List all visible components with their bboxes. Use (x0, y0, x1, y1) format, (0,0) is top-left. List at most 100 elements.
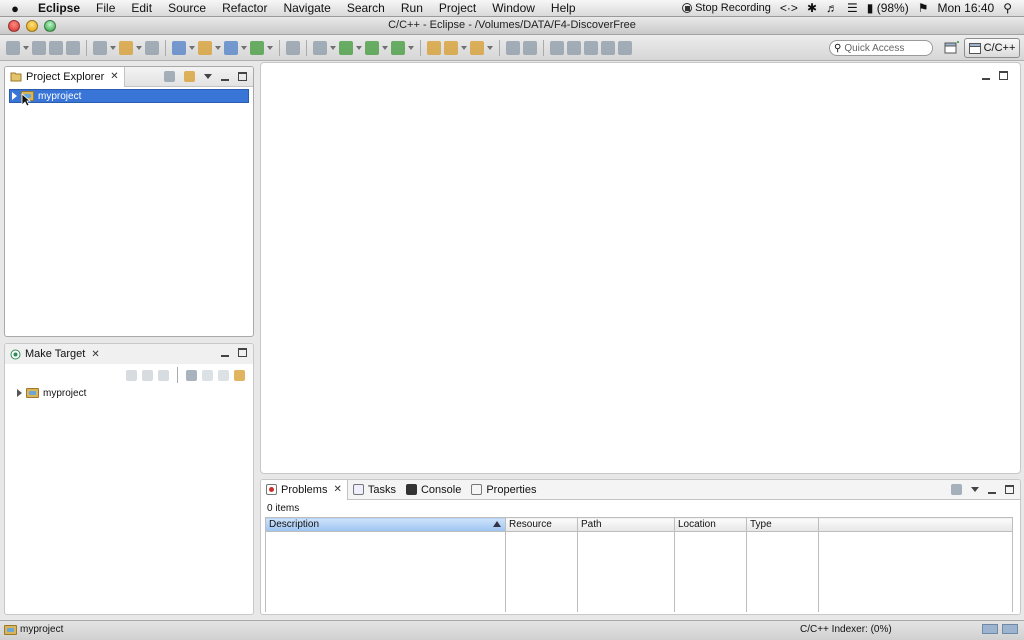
new-class-icon[interactable] (224, 41, 238, 55)
build-target-icon[interactable] (158, 369, 169, 381)
expand-arrow-icon[interactable] (17, 389, 22, 397)
debug-icon[interactable] (313, 41, 327, 55)
menu-refactor[interactable]: Refactor (214, 1, 275, 15)
code-arrows-icon[interactable]: <·> (780, 1, 798, 15)
tab-tasks[interactable]: Tasks (348, 480, 401, 500)
next-annotation-icon[interactable] (550, 41, 564, 55)
search-dropdown-icon[interactable] (487, 46, 493, 50)
wifi-icon[interactable]: ☰ (847, 1, 858, 15)
new-c-project-dropdown-icon[interactable] (189, 46, 195, 50)
perspective-cpp-button[interactable]: C/C++ (964, 38, 1020, 58)
tree-item-myproject[interactable]: myproject (9, 89, 249, 103)
home-icon[interactable] (186, 369, 197, 381)
tree-item-myproject[interactable]: myproject (5, 386, 253, 400)
collapse-all-icon[interactable] (164, 71, 175, 82)
back-icon[interactable] (601, 41, 615, 55)
close-tab-icon[interactable]: ✕ (110, 71, 118, 82)
menu-window[interactable]: Window (484, 1, 543, 15)
save-icon[interactable] (32, 41, 46, 55)
fast-view-icon[interactable] (1002, 624, 1018, 634)
expand-arrow-icon[interactable] (12, 92, 17, 100)
forward-icon[interactable] (618, 41, 632, 55)
clean-icon[interactable] (145, 41, 159, 55)
column-resource[interactable]: Resource (505, 517, 578, 532)
view-menu-icon[interactable] (971, 487, 979, 492)
save-all-icon[interactable] (49, 41, 63, 55)
tab-make-target[interactable]: Make Target ✕ (5, 344, 105, 364)
run-icon[interactable] (339, 41, 353, 55)
menu-app-eclipse[interactable]: Eclipse (30, 1, 88, 15)
last-edit-location-icon[interactable] (584, 41, 598, 55)
open-element-dropdown-icon[interactable] (461, 46, 467, 50)
open-element-icon[interactable] (444, 41, 458, 55)
skip-breakpoints-icon[interactable] (286, 41, 300, 55)
toggle-mark-icon[interactable] (506, 41, 520, 55)
apple-menu-icon[interactable]: ● (0, 1, 30, 16)
progress-view-icon[interactable] (982, 624, 998, 634)
search-icon[interactable] (470, 41, 484, 55)
new-file-icon[interactable] (250, 41, 264, 55)
view-menu-icon[interactable] (204, 74, 212, 79)
tab-project-explorer[interactable]: Project Explorer ✕ (5, 67, 125, 87)
editor-area[interactable] (260, 62, 1021, 474)
configure-contents-icon[interactable] (951, 484, 962, 495)
menu-help[interactable]: Help (543, 1, 584, 15)
flag-icon[interactable]: ⚑ (918, 1, 929, 15)
edit-target-icon[interactable] (142, 369, 153, 381)
print-icon[interactable] (66, 41, 80, 55)
minimize-view-icon[interactable] (988, 486, 996, 494)
new-c-project-icon[interactable] (172, 41, 186, 55)
volume-icon[interactable]: ♬ (826, 1, 838, 15)
forward-icon[interactable] (218, 369, 229, 381)
bluetooth-icon[interactable]: ✱ (807, 1, 817, 15)
back-icon[interactable] (202, 369, 213, 381)
new-file-dropdown-icon[interactable] (267, 46, 273, 50)
external-tools-icon[interactable] (391, 41, 405, 55)
build-all-icon[interactable] (119, 41, 133, 55)
close-tab-icon[interactable]: ✕ (91, 349, 99, 360)
menu-navigate[interactable]: Navigate (275, 1, 338, 15)
minimize-view-icon[interactable] (221, 73, 229, 81)
run-dropdown-icon[interactable] (356, 46, 362, 50)
column-location[interactable]: Location (674, 517, 747, 532)
maximize-view-icon[interactable] (238, 348, 247, 357)
run-last-icon[interactable] (365, 41, 379, 55)
maximize-view-icon[interactable] (1005, 485, 1014, 494)
build-all-dropdown-icon[interactable] (136, 46, 142, 50)
close-tab-icon[interactable]: ✕ (333, 484, 341, 495)
stop-recording-button[interactable]: Stop Recording (682, 2, 771, 14)
clock[interactable]: Mon 16:40 (937, 1, 994, 15)
tab-problems[interactable]: Problems ✕ (261, 480, 348, 500)
build-dropdown-icon[interactable] (110, 46, 116, 50)
toggle-block-icon[interactable] (523, 41, 537, 55)
column-type[interactable]: Type (746, 517, 819, 532)
tab-properties[interactable]: Properties (466, 480, 541, 500)
quick-access-input[interactable] (844, 42, 925, 54)
new-folder-icon[interactable] (198, 41, 212, 55)
menu-search[interactable]: Search (339, 1, 393, 15)
minimize-view-icon[interactable] (221, 349, 229, 357)
column-path[interactable]: Path (577, 517, 675, 532)
menu-source[interactable]: Source (160, 1, 214, 15)
new-dropdown-icon[interactable] (23, 46, 29, 50)
external-tools-dropdown-icon[interactable] (408, 46, 414, 50)
menu-project[interactable]: Project (431, 1, 484, 15)
tab-console[interactable]: Console (401, 480, 466, 500)
new-folder-dropdown-icon[interactable] (215, 46, 221, 50)
menu-edit[interactable]: Edit (123, 1, 160, 15)
link-with-editor-icon[interactable] (184, 71, 195, 82)
column-description[interactable]: Description (265, 517, 506, 532)
previous-annotation-icon[interactable] (567, 41, 581, 55)
new-icon[interactable] (6, 41, 20, 55)
build-icon[interactable] (93, 41, 107, 55)
new-class-dropdown-icon[interactable] (241, 46, 247, 50)
debug-dropdown-icon[interactable] (330, 46, 336, 50)
menu-file[interactable]: File (88, 1, 123, 15)
minimize-editor-icon[interactable] (982, 72, 990, 80)
spotlight-search-icon[interactable]: ⚲ (1003, 1, 1012, 15)
maximize-editor-icon[interactable] (999, 71, 1008, 80)
new-target-icon[interactable] (126, 369, 137, 381)
menu-run[interactable]: Run (393, 1, 431, 15)
battery-status[interactable]: ▮ (98%) (867, 1, 909, 15)
open-type-icon[interactable] (427, 41, 441, 55)
